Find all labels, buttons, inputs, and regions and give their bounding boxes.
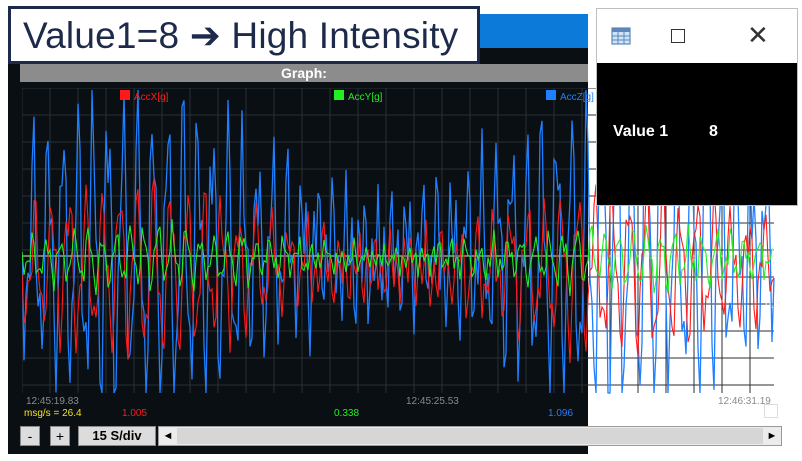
time-scale-display[interactable]: 15 S/div bbox=[78, 426, 156, 446]
value-number: 8 bbox=[709, 123, 718, 140]
graph-header: Graph: bbox=[20, 64, 588, 82]
popup-title-bar: ✕ bbox=[597, 9, 797, 63]
scroll-left-button[interactable]: ◄ bbox=[159, 427, 177, 445]
y-tick-neg-0-5: -0.5 bbox=[762, 300, 780, 311]
y-tick-0: 0 bbox=[772, 246, 778, 257]
time-scrollbar[interactable]: ◄ ► bbox=[158, 426, 782, 446]
legend-swatch-accx bbox=[120, 90, 130, 100]
accz-readout: 1.096 bbox=[548, 408, 573, 419]
zoom-in-button[interactable]: + bbox=[50, 426, 70, 446]
callout-text: Value1=8 ➔ High Intensity bbox=[23, 15, 459, 56]
value-label: Value 1 bbox=[613, 123, 669, 140]
accy-readout: 0.338 bbox=[334, 408, 359, 419]
legend-label-accz: AccZ[g] bbox=[560, 92, 594, 103]
maximize-icon[interactable] bbox=[671, 29, 685, 43]
value-popup-window: ✕ Value 1 8 bbox=[596, 8, 798, 206]
table-icon bbox=[611, 27, 631, 45]
legend-label-accx: AccX[g] bbox=[134, 92, 169, 103]
scroll-right-button[interactable]: ► bbox=[763, 427, 781, 445]
close-icon[interactable]: ✕ bbox=[747, 22, 769, 48]
time-label-start: 12:45:19.83 bbox=[26, 396, 79, 407]
time-label-mid: 12:45:25.53 bbox=[406, 396, 459, 407]
expand-icon[interactable] bbox=[764, 404, 778, 418]
scroll-thumb[interactable] bbox=[177, 428, 763, 444]
y-tick-neg-1: -1 bbox=[768, 354, 777, 365]
zoom-out-button[interactable]: - bbox=[20, 426, 40, 446]
graph-controls: - + 15 S/div ◄ ► bbox=[20, 426, 782, 448]
legend-swatch-accz bbox=[546, 90, 556, 100]
callout-label: Value1=8 ➔ High Intensity bbox=[8, 6, 480, 64]
rate-readout: msg/s = 26.4 bbox=[24, 408, 82, 419]
accx-readout: 1.005 bbox=[122, 408, 147, 419]
legend-swatch-accy bbox=[334, 90, 344, 100]
legend-label-accy: AccY[g] bbox=[348, 92, 383, 103]
